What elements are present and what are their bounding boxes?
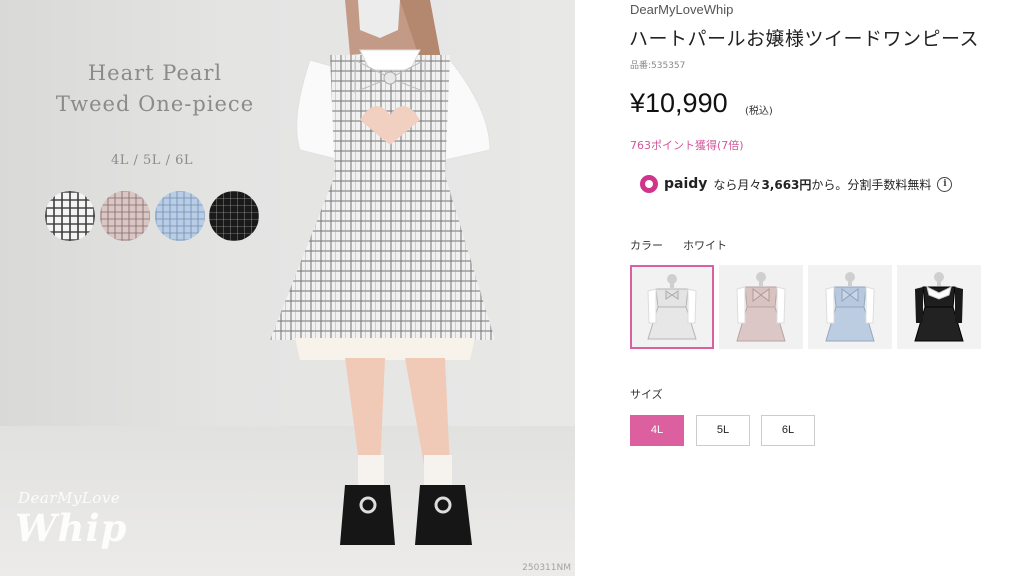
paidy-text: なら月々3,663円から。分割手数料無料 [713, 177, 932, 192]
price: ¥10,990 [630, 88, 728, 118]
hero-sizes-caption: 4L / 5L / 6L [110, 153, 193, 168]
hero-title-line2: Tweed One-piece [55, 92, 255, 116]
paidy-logo-icon [640, 175, 658, 193]
dress-pink-icon [719, 265, 803, 349]
color-thumb-blue[interactable] [808, 265, 892, 349]
paidy-logo-text: paidy [664, 176, 708, 192]
tax-note: (税込) [745, 106, 773, 117]
color-label-text: カラー [630, 239, 663, 252]
dress-white-icon [632, 267, 712, 347]
photo-code: 250311NM [522, 563, 571, 573]
color-thumb-white[interactable] [630, 265, 714, 349]
dress-blue-icon [808, 265, 892, 349]
swatch-blue [155, 191, 205, 241]
paidy-installment-row[interactable]: paidy なら月々3,663円から。分割手数料無料 i [640, 173, 953, 195]
dress-black-icon [897, 265, 981, 349]
color-label: カラー ホワイト [630, 237, 727, 253]
product-sku: 品番:535357 [630, 61, 686, 71]
color-thumb-black[interactable] [897, 265, 981, 349]
brand-logo-small: DearMyLove [18, 489, 121, 507]
hero-title: Heart Pearl Tweed One-piece [40, 58, 270, 120]
size-button-5l[interactable]: 5L [696, 415, 750, 446]
product-title: ハートパールお嬢様ツイードワンピース [629, 28, 980, 50]
brand-name[interactable]: DearMyLoveWhip [630, 2, 733, 17]
size-button-4l[interactable]: 4L [630, 415, 684, 446]
size-label: サイズ [630, 388, 663, 401]
info-icon[interactable]: i [937, 176, 953, 192]
color-thumb-pink[interactable] [719, 265, 803, 349]
brand-logo-big: Whip [15, 506, 128, 550]
model-figure [270, 0, 495, 545]
selected-color: ホワイト [683, 239, 727, 252]
size-button-6l[interactable]: 6L [761, 415, 815, 446]
hero-title-line1: Heart Pearl [87, 61, 223, 85]
product-hero-image[interactable]: Heart Pearl Tweed One-piece 4L / 5L / 6L [0, 0, 575, 576]
swatch-pink [100, 191, 150, 241]
swatch-white [45, 191, 95, 241]
points-earned: 763ポイント獲得(7倍) [630, 139, 744, 152]
